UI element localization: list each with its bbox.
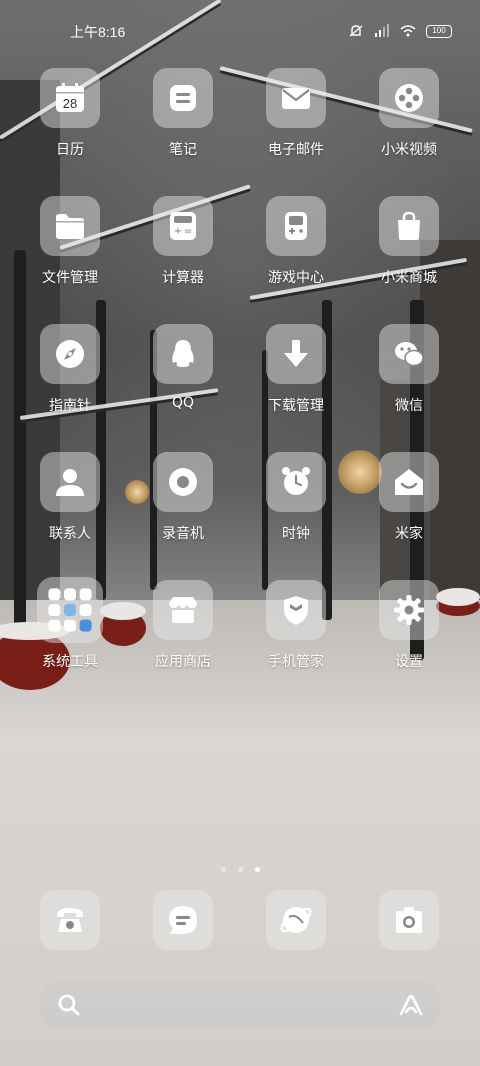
app-settings[interactable]: 设置 [354,580,464,690]
app-compass[interactable]: 指南针 [15,324,125,434]
folder-icon [56,214,84,239]
app-label: 联系人 [49,526,91,542]
dock-messages[interactable] [128,890,238,960]
app-label: 系统工具 [42,654,98,670]
video-icon [395,84,423,112]
calendar-date: 28 [63,96,77,111]
svg-text:=: = [184,226,192,237]
app-mi-store[interactable]: 小米商城 [354,196,464,306]
phone-icon [57,908,83,932]
app-label: 小米视频 [381,142,437,158]
notes-icon [170,85,196,111]
app-security[interactable]: 手机管家 [241,580,351,690]
store-icon [169,597,197,623]
folder-system-tools[interactable]: 系统工具 [15,577,125,690]
compass-icon [56,340,84,368]
app-file-manager[interactable]: 文件管理 [15,196,125,306]
app-label: 下载管理 [268,398,324,414]
app-label: 日历 [56,142,84,158]
page-dot[interactable] [237,867,243,872]
page-indicator [0,857,480,876]
app-label: 小米商城 [381,270,437,286]
app-calculator[interactable]: + = 计算器 [128,196,238,306]
app-email[interactable]: 电子邮件 [241,68,351,178]
folder-grid-icon [48,588,92,632]
app-label: 时钟 [282,526,310,542]
app-label: 电子邮件 [268,142,324,158]
page-dot-active[interactable] [254,867,260,872]
shopping-bag-icon [398,211,420,240]
page-dot[interactable] [220,867,226,872]
mijia-home-icon [395,469,423,495]
app-label: 笔记 [169,142,197,158]
app-calendar[interactable]: 28 日历 [15,68,125,178]
calculator-icon: + = [170,212,196,240]
app-mi-video[interactable]: 小米视频 [354,68,464,178]
assistant-icon[interactable] [398,992,424,1018]
svg-text:+: + [174,226,182,237]
camera-icon [396,907,422,933]
battery-indicator: 100 [426,24,452,38]
wechat-icon [395,342,424,367]
security-shield-icon [284,596,308,625]
dock-browser[interactable] [241,890,351,960]
gamepad-icon [285,212,307,240]
app-mijia[interactable]: 米家 [354,452,464,562]
app-label: 录音机 [162,526,204,542]
app-label: QQ [171,395,195,411]
app-label: 指南针 [49,398,91,414]
alarm-clock-icon [282,467,310,495]
app-app-store[interactable]: 应用商店 [128,580,238,690]
mail-icon [282,88,310,109]
search-icon[interactable] [56,992,82,1018]
app-label: 设置 [395,654,423,670]
download-icon [284,340,308,367]
contact-icon [56,469,84,496]
calendar-icon: 28 [56,83,84,112]
message-icon [169,906,197,934]
wifi-icon [400,25,416,37]
status-time: 上午8:16 [70,24,126,40]
app-label: 米家 [395,526,423,542]
qq-icon [172,340,194,367]
search-bar[interactable] [40,982,440,1028]
app-wechat[interactable]: 微信 [354,324,464,434]
app-download-manager[interactable]: 下载管理 [241,324,351,434]
dock-camera[interactable] [354,890,464,960]
app-notes[interactable]: 笔记 [128,68,238,178]
app-label: 文件管理 [42,270,98,286]
app-label: 计算器 [162,270,204,286]
app-label: 微信 [395,398,423,414]
app-contacts[interactable]: 联系人 [15,452,125,562]
browser-icon [280,907,312,933]
recorder-icon [169,468,197,496]
app-qq[interactable]: QQ [128,324,238,434]
status-bar: 上午8:16 100 [0,22,480,44]
signal-icon [375,24,389,37]
app-game-center[interactable]: 游戏中心 [241,196,351,306]
app-label: 手机管家 [268,654,324,670]
dock-phone[interactable] [15,890,125,960]
app-clock[interactable]: 时钟 [241,452,351,562]
app-recorder[interactable]: 录音机 [128,452,238,562]
gear-icon [394,595,424,625]
app-label: 游戏中心 [268,270,324,286]
app-label: 应用商店 [155,654,211,670]
do-not-disturb-icon [349,25,363,37]
